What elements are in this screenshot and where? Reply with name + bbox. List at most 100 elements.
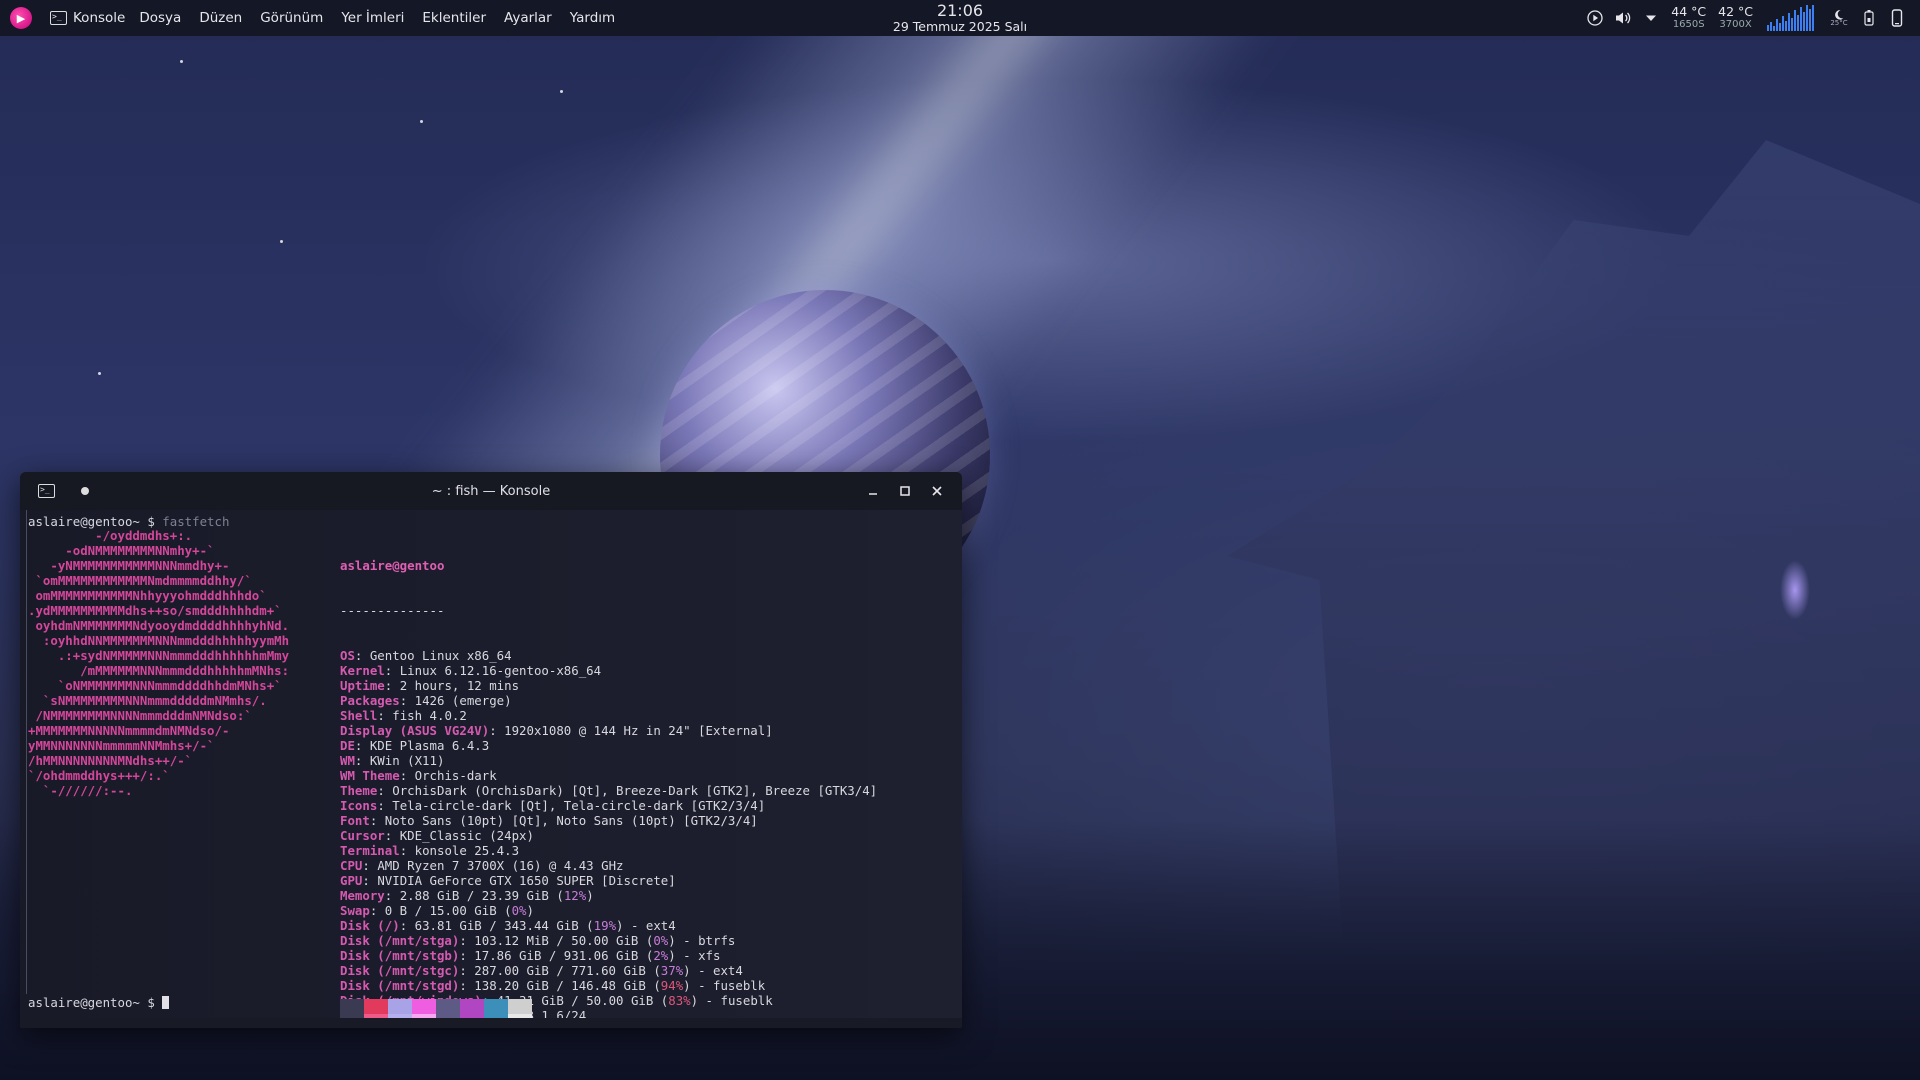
info-line: Disk (/): 63.81 GiB / 343.44 GiB (19%) -… (340, 918, 676, 933)
info-value: 2 hours, 12 mins (399, 678, 520, 693)
info-key: Uptime (340, 678, 385, 693)
tray-expand-icon[interactable] (1642, 9, 1660, 27)
info-value: Noto Sans (10pt) [Qt], Noto Sans (10pt) … (384, 813, 758, 828)
info-key: Display (ASUS VG24V) (340, 723, 490, 738)
window-title: ~ : fish — Konsole (431, 483, 551, 499)
info-line: Uptime: 2 hours, 12 mins (340, 678, 520, 693)
logo-line: /NMMMMMMMMNNNNmmmdddmNMNdso:` (28, 708, 252, 723)
night-weather-icon[interactable]: 25°C (1828, 9, 1850, 27)
minimize-button[interactable] (862, 480, 884, 502)
window-app-icon[interactable]: >_ (38, 484, 55, 498)
wallpaper-lantern (1780, 560, 1810, 620)
info-tail: ) - ext4 (616, 918, 676, 933)
info-value: 17.86 GiB / 931.06 GiB ( (474, 948, 654, 963)
info-separator: -------------- (340, 603, 445, 618)
info-key: Disk (/mnt/stgb) (340, 948, 460, 963)
logo-line: omMMMMMMMMMMMNhhyyyohmdddhhhdo` (28, 588, 267, 603)
info-key: Terminal (340, 843, 400, 858)
battery-icon[interactable] (1860, 9, 1878, 27)
terminal-output[interactable]: aslaire@gentoo~ $ fastfetch -/oyddmdhs+:… (20, 510, 962, 1028)
logo-line: .:+sydNMMMMMNNNmmmdddhhhhhhmMmy (28, 648, 290, 663)
wallpaper-star (420, 120, 423, 123)
info-tail: ) - fuseblk (690, 993, 773, 1008)
gentoo-ascii-logo: -/oyddmdhs+:. -odNMMMMMMMMNNmhy+-` -yNMM… (28, 528, 289, 798)
info-key: Packages (340, 693, 400, 708)
info-line: Memory: 2.88 GiB / 23.39 GiB (12%) (340, 888, 594, 903)
volume-icon[interactable] (1614, 9, 1632, 27)
info-value: KDE_Classic (24px) (399, 828, 534, 843)
info-key: Font (340, 813, 370, 828)
command-text: fastfetch (154, 514, 230, 529)
info-header-user: aslaire@gentoo (340, 558, 445, 573)
info-percentage: 83% (668, 993, 691, 1008)
top-panel: ▶ >_ Konsole Dosya Düzen Görünüm Yer İml… (0, 0, 1920, 36)
info-key: Icons (340, 798, 378, 813)
cpu-load-graph[interactable] (1767, 5, 1815, 31)
info-line: Display (ASUS VG24V): 1920x1080 @ 144 Hz… (340, 723, 773, 738)
info-line: Disk (/mnt/stgc): 287.00 GiB / 771.60 Gi… (340, 963, 743, 978)
cpu-temperature[interactable]: 42 °C 3700X (1718, 5, 1753, 31)
info-value: KWin (X11) (369, 753, 445, 768)
info-value: 63.81 GiB / 343.44 GiB ( (414, 918, 594, 933)
info-key: GPU (340, 873, 363, 888)
info-key: Disk (/mnt/stga) (340, 933, 460, 948)
fastfetch-info: aslaire@gentoo -------------- OS: Gentoo… (340, 528, 877, 1028)
close-button[interactable] (926, 480, 948, 502)
window-titlebar[interactable]: >_ ~ : fish — Konsole (20, 472, 962, 510)
window-bottom-edge (20, 1018, 962, 1028)
info-line: CPU: AMD Ryzen 7 3700X (16) @ 4.43 GHz (340, 858, 624, 873)
phone-connect-icon[interactable] (1888, 9, 1906, 27)
info-value: 287.00 GiB / 771.60 GiB ( (474, 963, 661, 978)
logo-line: `/ohdmmddhys+++/:.` (28, 768, 170, 783)
media-play-icon[interactable] (1586, 9, 1604, 27)
info-line: Font: Noto Sans (10pt) [Qt], Noto Sans (… (340, 813, 758, 828)
info-line: GPU: NVIDIA GeForce GTX 1650 SUPER [Disc… (340, 873, 676, 888)
logo-line: yMMNNNNNNNmmmmmNNMmhs+/-` (28, 738, 215, 753)
gpu-temperature[interactable]: 44 °C 1650S (1671, 5, 1706, 31)
info-line: Terminal: konsole 25.4.3 (340, 843, 520, 858)
logo-line: +MMMMMMMNNNNNmmmmdmNMNdso/- (28, 723, 230, 738)
logo-line: `sNMMMMMMMMNNNmmmdddddmNMmhs/. (28, 693, 267, 708)
info-line: Swap: 0 B / 15.00 GiB (0%) (340, 903, 534, 918)
wallpaper-star (560, 90, 563, 93)
wallpaper-star (98, 372, 101, 375)
info-tail: ) - ext4 (683, 963, 743, 978)
info-line: Cursor: KDE_Classic (24px) (340, 828, 534, 843)
info-value: 138.20 GiB / 146.48 GiB ( (474, 978, 661, 993)
info-tail: ) (526, 903, 534, 918)
info-percentage: 12% (563, 888, 587, 903)
logo-line: -/oyddmdhs+:. (28, 528, 193, 543)
wallpaper-star (280, 240, 283, 243)
info-tail: ) - fuseblk (683, 978, 766, 993)
weather-temp: 25°C (1830, 19, 1848, 27)
prompt: aslaire@gentoo~ $ (28, 514, 155, 529)
info-value: 1920x1080 @ 144 Hz in 24" [External] (504, 723, 773, 738)
info-key: OS (340, 648, 355, 663)
logo-line: -odNMMMMMMMMNNmhy+-` (28, 543, 215, 558)
info-percentage: 19% (593, 918, 617, 933)
info-percentage: 37% (660, 963, 684, 978)
info-key: Cursor (340, 828, 385, 843)
maximize-button[interactable] (894, 480, 916, 502)
info-line: Disk (/mnt/stgd): 138.20 GiB / 146.48 Gi… (340, 978, 766, 993)
info-key: Shell (340, 708, 378, 723)
info-value: Orchis-dark (414, 768, 497, 783)
info-value: 2.88 GiB / 23.39 GiB ( (399, 888, 564, 903)
logo-line: :oyhhdNNMMMMMMMNNNmmdddhhhhhyymMh (28, 633, 290, 648)
info-key: Kernel (340, 663, 385, 678)
info-line: Packages: 1426 (emerge) (340, 693, 512, 708)
info-value: 0 B / 15.00 GiB ( (384, 903, 512, 918)
logo-line: /hMMNNNNNNNNMNdhs++/-` (28, 753, 193, 768)
info-key: DE (340, 738, 355, 753)
active-prompt-line[interactable]: aslaire@gentoo~ $ (28, 995, 170, 1010)
info-tail: ) (586, 888, 594, 903)
info-line: OS: Gentoo Linux x86_64 (340, 648, 512, 663)
info-line: DE: KDE Plasma 6.4.3 (340, 738, 490, 753)
keep-above-icon[interactable] (81, 487, 89, 495)
info-key: Swap (340, 903, 370, 918)
gpu-temp-label: 1650S (1672, 19, 1705, 30)
info-value: NVIDIA GeForce GTX 1650 SUPER [Discrete] (377, 873, 676, 888)
command-line: aslaire@gentoo~ $ fastfetch (28, 514, 229, 529)
wallpaper-star (180, 60, 183, 63)
logo-line: `oNMMMMMMMNNNmmmddddhhdmMNhs+` (28, 678, 282, 693)
